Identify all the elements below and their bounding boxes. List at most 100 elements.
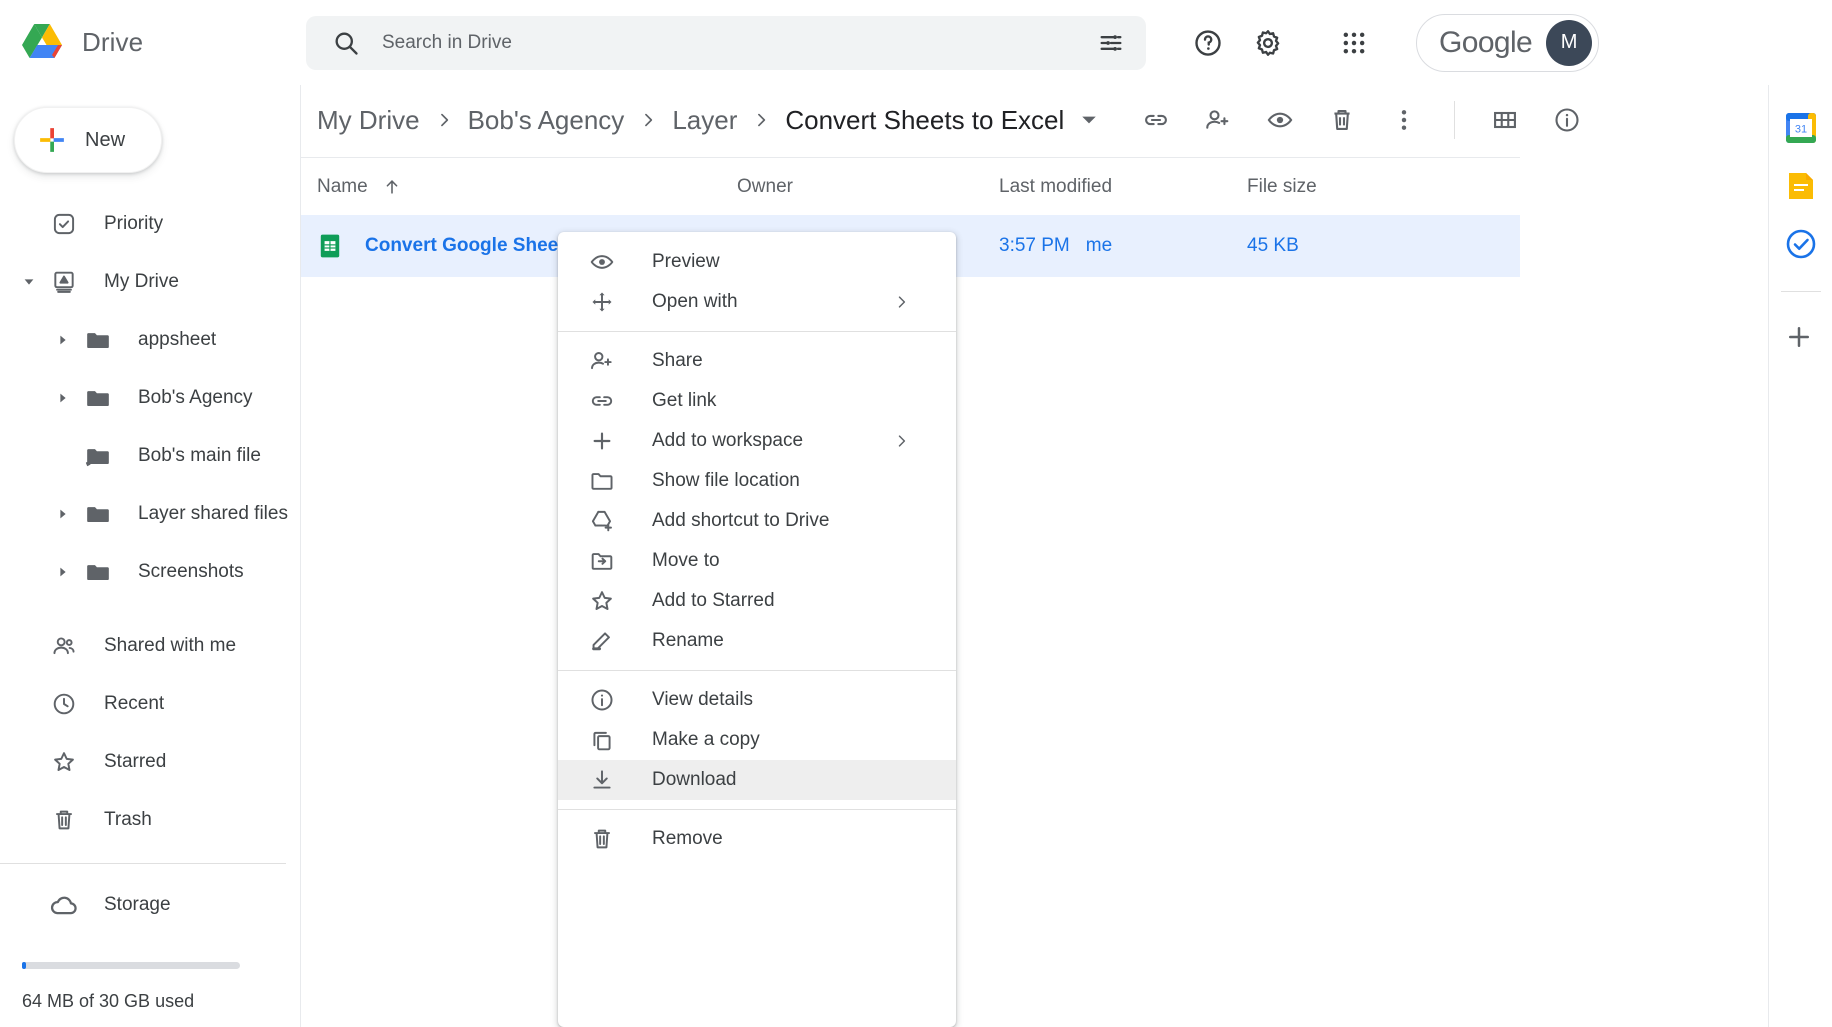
settings-button[interactable] bbox=[1244, 19, 1292, 67]
menu-separator bbox=[558, 670, 956, 671]
modified-by: me bbox=[1085, 235, 1113, 256]
menu-item-remove[interactable]: Remove bbox=[558, 819, 956, 859]
folder-icon bbox=[80, 559, 116, 585]
remove-button[interactable] bbox=[1318, 96, 1366, 144]
modified-time: 3:57 PM bbox=[999, 235, 1070, 256]
get-link-button[interactable] bbox=[1132, 96, 1180, 144]
link-icon bbox=[588, 388, 616, 414]
breadcrumb-item[interactable]: Convert Sheets to Excel bbox=[785, 105, 1064, 136]
google-calendar-icon[interactable]: 31 bbox=[1784, 111, 1818, 145]
search-icon bbox=[332, 29, 360, 57]
google-tasks-icon[interactable] bbox=[1784, 227, 1818, 261]
sidebar: New Priority My Drive appsheet Bob's Agency… bbox=[0, 85, 300, 1027]
menu-item-add-to-starred[interactable]: Add to Starred bbox=[558, 581, 956, 621]
expand-caret-icon[interactable] bbox=[12, 275, 46, 289]
menu-item-get-link[interactable]: Get link bbox=[558, 381, 956, 421]
preview-button[interactable] bbox=[1256, 96, 1304, 144]
menu-item-label: Add shortcut to Drive bbox=[652, 510, 830, 531]
share-button[interactable] bbox=[1194, 96, 1242, 144]
menu-item-preview[interactable]: Preview bbox=[558, 242, 956, 282]
menu-item-view-details[interactable]: View details bbox=[558, 680, 956, 720]
menu-item-label: Get link bbox=[652, 390, 717, 411]
search-input[interactable] bbox=[382, 31, 1088, 54]
sidebar-item-appsheet[interactable]: appsheet bbox=[0, 311, 300, 369]
breadcrumb-item[interactable]: Bob's Agency bbox=[468, 105, 625, 136]
sidebar-item-label: Screenshots bbox=[138, 561, 244, 582]
menu-item-open-with[interactable]: Open with bbox=[558, 282, 956, 322]
search-bar[interactable] bbox=[306, 15, 1146, 70]
rail-divider bbox=[1780, 291, 1821, 292]
sidebar-item-label: Trash bbox=[104, 809, 152, 830]
google-apps-button[interactable] bbox=[1330, 19, 1378, 67]
search-options-button[interactable] bbox=[1088, 20, 1134, 66]
sidebar-divider bbox=[0, 863, 286, 864]
menu-item-label: Add to workspace bbox=[652, 430, 804, 451]
folder-icon bbox=[80, 385, 116, 411]
expand-caret-icon[interactable] bbox=[46, 391, 80, 405]
new-button[interactable]: New bbox=[14, 107, 162, 173]
sidebar-item-my-drive[interactable]: My Drive bbox=[0, 253, 300, 311]
side-panel-rail: 31 bbox=[1768, 85, 1832, 1027]
breadcrumb-item[interactable]: Layer bbox=[672, 105, 737, 136]
sidebar-item-label: Priority bbox=[104, 213, 164, 234]
account-button[interactable]: Google M bbox=[1416, 13, 1600, 72]
svg-text:31: 31 bbox=[1794, 124, 1806, 136]
column-header-file-size[interactable]: File size bbox=[1247, 176, 1447, 198]
column-label: Owner bbox=[737, 175, 793, 197]
top-bar: Drive Search in Drive Google M bbox=[0, 0, 1832, 85]
storage-meter bbox=[22, 962, 240, 969]
menu-item-share[interactable]: Share bbox=[558, 341, 956, 381]
sidebar-item-recent[interactable]: Recent bbox=[0, 675, 300, 733]
sort-arrow-up-icon bbox=[382, 177, 402, 197]
menu-item-label: Download bbox=[652, 769, 737, 790]
plus-icon[interactable] bbox=[1784, 322, 1818, 356]
breadcrumb-item[interactable]: My Drive bbox=[317, 105, 420, 136]
cloud-icon bbox=[46, 890, 82, 920]
sidebar-item-starred[interactable]: Starred bbox=[0, 733, 300, 791]
copy-icon bbox=[588, 727, 616, 753]
column-header-owner[interactable]: Owner bbox=[737, 176, 999, 198]
info-circle-icon bbox=[588, 687, 616, 713]
menu-item-rename[interactable]: Rename bbox=[558, 621, 956, 661]
expand-caret-icon[interactable] bbox=[46, 565, 80, 579]
breadcrumb: My Drive Bob's Agency Layer Convert Sheets … bbox=[317, 105, 1064, 136]
menu-item-move-to[interactable]: Move to bbox=[558, 541, 956, 581]
sidebar-item-bob-s-agency[interactable]: Bob's Agency bbox=[0, 369, 300, 427]
column-header-name[interactable]: Name bbox=[317, 176, 737, 198]
sidebar-item-label: Layer shared files bbox=[138, 503, 288, 524]
toolbar-divider bbox=[1454, 101, 1456, 139]
context-menu[interactable]: Preview Open with Share Get link Add to work… bbox=[558, 232, 956, 1027]
sidebar-item-screenshots[interactable]: Screenshots bbox=[0, 543, 300, 601]
folder-icon bbox=[80, 501, 116, 527]
folder-shortcut-icon bbox=[80, 443, 116, 469]
expand-caret-icon[interactable] bbox=[46, 507, 80, 521]
menu-item-download[interactable]: Download bbox=[558, 760, 956, 800]
grid-view-button[interactable] bbox=[1481, 96, 1529, 144]
help-button[interactable] bbox=[1184, 19, 1232, 67]
menu-item-add-shortcut-to-drive[interactable]: Add shortcut to Drive bbox=[558, 501, 956, 541]
sidebar-item-storage[interactable]: Storage bbox=[0, 876, 300, 934]
menu-item-label: Share bbox=[652, 350, 703, 371]
sidebar-item-shared-with-me[interactable]: Shared with me bbox=[0, 617, 300, 675]
sidebar-item-priority[interactable]: Priority bbox=[0, 195, 300, 253]
menu-item-label: Rename bbox=[652, 630, 724, 651]
brand[interactable]: Drive bbox=[0, 22, 300, 64]
menu-item-add-to-workspace[interactable]: Add to workspace bbox=[558, 421, 956, 461]
sidebar-item-bob-s-main-file[interactable]: Bob's main file bbox=[0, 427, 300, 485]
google-keep-icon[interactable] bbox=[1784, 169, 1818, 203]
sidebar-item-trash[interactable]: Trash bbox=[0, 791, 300, 849]
menu-item-make-a-copy[interactable]: Make a copy bbox=[558, 720, 956, 760]
details-button[interactable] bbox=[1543, 96, 1591, 144]
expand-caret-icon[interactable] bbox=[46, 333, 80, 347]
column-header-last-modified[interactable]: Last modified bbox=[999, 176, 1247, 198]
storage-usage-text: 64 MB of 30 GB used bbox=[22, 991, 195, 1011]
sidebar-item-layer-shared-files[interactable]: Layer shared files bbox=[0, 485, 300, 543]
avatar[interactable]: M bbox=[1546, 19, 1593, 66]
folder-options-caret-icon[interactable] bbox=[1080, 111, 1098, 129]
more-actions-button[interactable] bbox=[1380, 96, 1428, 144]
app-title: Drive bbox=[82, 27, 144, 57]
trash-icon bbox=[588, 826, 616, 852]
submenu-arrow-icon bbox=[892, 432, 910, 450]
menu-item-show-file-location[interactable]: Show file location bbox=[558, 461, 956, 501]
